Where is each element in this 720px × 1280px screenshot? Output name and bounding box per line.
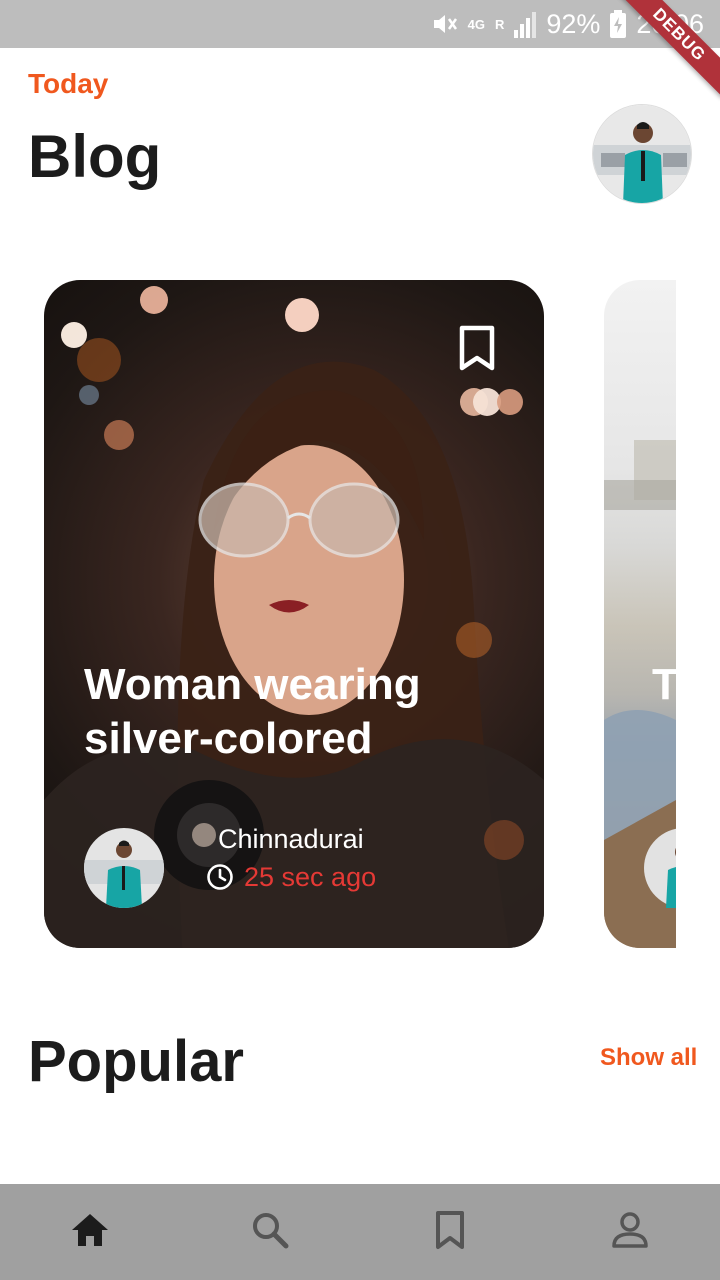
status-bar: 4G R 92% 20:06 DEBUG bbox=[0, 0, 720, 98]
network-label: 4G bbox=[467, 16, 485, 32]
person-icon bbox=[610, 1210, 650, 1255]
nav-bookmarks[interactable] bbox=[426, 1208, 474, 1256]
next-card-author-avatar bbox=[644, 828, 676, 908]
today-label: Today bbox=[28, 68, 109, 99]
network-type: 4G bbox=[468, 18, 485, 31]
post-time-ago: 25 sec ago bbox=[244, 862, 377, 892]
card-title: Woman wearing silver-colored bbox=[84, 660, 421, 763]
popular-section-title: Popular bbox=[28, 1029, 244, 1094]
signal-icon bbox=[514, 10, 537, 38]
author-avatar[interactable] bbox=[84, 828, 164, 908]
page-title: Blog bbox=[28, 123, 162, 190]
author-name: Chinnadurai bbox=[218, 824, 364, 854]
bookmark-icon bbox=[434, 1210, 466, 1255]
show-all-link[interactable]: Show all bbox=[600, 1044, 697, 1072]
home-icon bbox=[70, 1212, 110, 1253]
mute-icon bbox=[430, 10, 458, 38]
battery-icon bbox=[610, 10, 627, 38]
search-icon bbox=[250, 1210, 290, 1255]
profile-avatar[interactable] bbox=[592, 104, 692, 204]
roaming-indicator: R bbox=[495, 18, 504, 31]
clock-icon bbox=[206, 863, 234, 891]
nav-search[interactable] bbox=[246, 1208, 294, 1256]
next-card-title: T bbox=[652, 660, 679, 709]
bookmark-outline-icon[interactable] bbox=[456, 325, 498, 371]
bottom-navigation bbox=[0, 1184, 720, 1280]
nav-profile[interactable] bbox=[606, 1208, 654, 1256]
battery-percent: 92% bbox=[546, 8, 601, 39]
roaming-label: R bbox=[494, 16, 505, 32]
nav-home[interactable] bbox=[66, 1208, 114, 1256]
